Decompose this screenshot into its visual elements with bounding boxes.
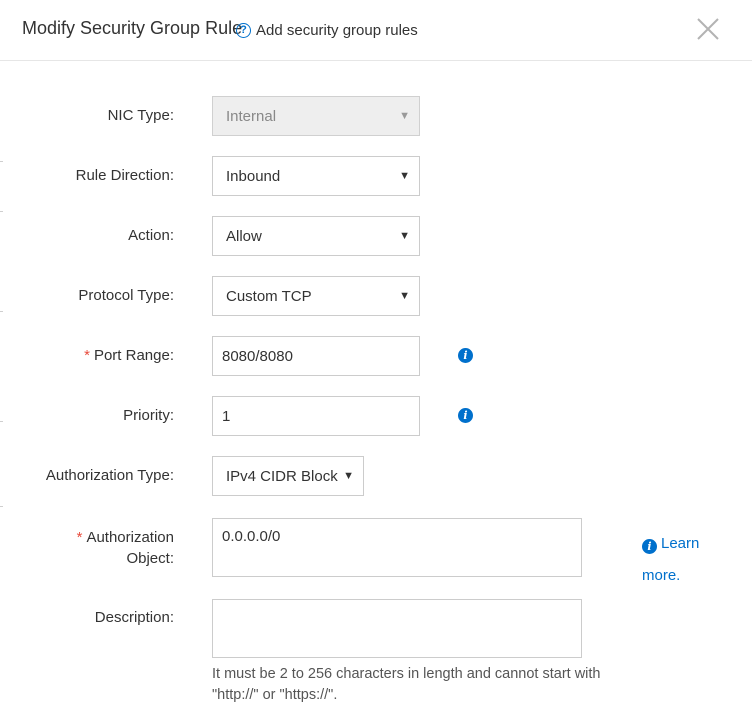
- rule-direction-value: Inbound: [226, 167, 281, 185]
- authorization-object-label: * Authorization Object:: [0, 527, 174, 569]
- rule-direction-label: Rule Direction:: [75, 167, 174, 184]
- authorization-type-select[interactable]: IPv4 CIDR Block ▼: [212, 456, 364, 496]
- dialog-title: Modify Security Group Rule: [22, 18, 243, 38]
- priority-value: 1: [222, 407, 231, 425]
- port-range-label-text: Port Range:: [93, 347, 174, 364]
- caret-down-icon: ▼: [343, 470, 354, 482]
- priority-info-icon[interactable]: i: [458, 408, 473, 423]
- action-value: Allow: [226, 227, 262, 245]
- close-icon: [697, 18, 719, 40]
- protocol-type-label: Protocol Type:: [78, 287, 174, 304]
- authorization-object-value: 0.0.0.0/0: [222, 528, 281, 545]
- action-label: Action:: [128, 227, 174, 244]
- nic-type-label: NIC Type:: [107, 107, 174, 124]
- rule-direction-select[interactable]: Inbound ▼: [212, 156, 420, 196]
- required-mark: *: [84, 347, 90, 364]
- nic-type-value: Internal: [226, 107, 277, 125]
- authorization-type-value: IPv4 CIDR Block: [226, 467, 338, 485]
- description-label: Description:: [94, 609, 174, 626]
- authorization-object-label-line2: Object:: [126, 550, 174, 567]
- modify-security-group-rule-dialog: Modify Security Group Rule ? Add securit…: [0, 0, 752, 713]
- description-textarea[interactable]: [212, 599, 582, 658]
- close-button[interactable]: [696, 17, 720, 41]
- dialog-header: Modify Security Group Rule ? Add securit…: [0, 0, 752, 61]
- question-circle-icon: ?: [236, 22, 251, 38]
- port-range-label: * Port Range:: [0, 347, 174, 364]
- learn-more-link[interactable]: i Learn more.: [642, 528, 732, 592]
- info-icon: i: [642, 539, 657, 554]
- priority-input[interactable]: 1: [212, 396, 420, 436]
- priority-label: Priority:: [123, 407, 174, 424]
- description-hint: It must be 2 to 256 characters in length…: [212, 666, 601, 703]
- authorization-object-textarea[interactable]: 0.0.0.0/0: [212, 518, 582, 577]
- caret-down-icon: ▼: [399, 230, 410, 242]
- authorization-type-label: Authorization Type:: [45, 467, 174, 484]
- nic-type-select: Internal ▼: [212, 96, 420, 136]
- required-mark: *: [76, 529, 83, 546]
- action-select[interactable]: Allow ▼: [212, 216, 420, 256]
- caret-down-icon: ▼: [399, 170, 410, 182]
- port-range-value: 8080/8080: [222, 347, 293, 365]
- learn-more-line2: more.: [642, 567, 681, 584]
- port-range-input[interactable]: 8080/8080: [212, 336, 420, 376]
- learn-more-line1: Learn: [661, 535, 700, 552]
- port-range-info-icon[interactable]: i: [458, 348, 473, 363]
- protocol-type-value: Custom TCP: [226, 287, 312, 305]
- caret-down-icon: ▼: [399, 290, 410, 302]
- add-security-group-rules-link[interactable]: ? Add security group rules: [236, 21, 418, 39]
- help-link-label: Add security group rules: [256, 21, 418, 39]
- caret-down-icon: ▼: [399, 110, 410, 122]
- protocol-type-select[interactable]: Custom TCP ▼: [212, 276, 420, 316]
- authorization-object-label-line1: Authorization: [86, 529, 174, 546]
